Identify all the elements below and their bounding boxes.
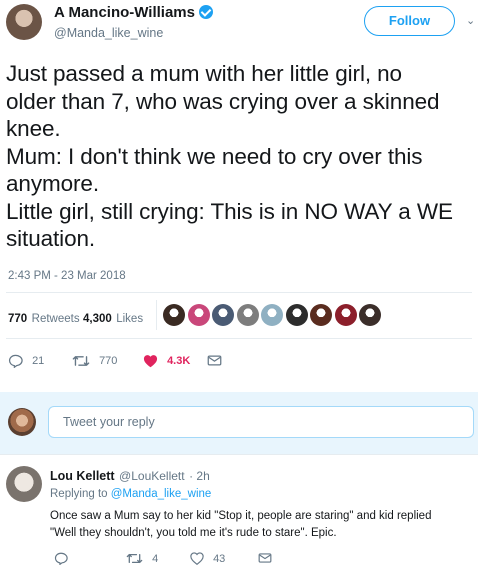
heart-icon <box>143 355 158 368</box>
tweet-line: situation. <box>6 226 96 251</box>
reply-retweet-count: 4 <box>152 552 159 565</box>
liker-avatar[interactable] <box>236 304 259 326</box>
message-action[interactable] <box>207 354 222 367</box>
likers-avatars <box>163 304 381 326</box>
reply-author-name[interactable]: Lou Kellett <box>50 469 115 483</box>
liker-avatar[interactable] <box>261 304 283 326</box>
reply-line: "Well they shouldn't, you told me it's r… <box>50 527 337 539</box>
liker-avatar[interactable] <box>285 304 308 326</box>
chevron-down-icon[interactable]: ⌄ <box>466 14 475 27</box>
liker-avatar[interactable] <box>334 304 357 326</box>
reply-icon <box>54 552 68 566</box>
reply-input[interactable]: Tweet your reply <box>48 406 474 438</box>
vertical-divider <box>156 300 157 330</box>
tweet-line: anymore. <box>6 171 99 196</box>
tweet-text: Just passed a mum with her little girl, … <box>6 60 453 253</box>
tweet-timestamp[interactable]: 2:43 PM - 23 Mar 2018 <box>8 270 126 282</box>
retweet-icon <box>126 553 143 564</box>
reply-time[interactable]: · 2h <box>189 469 210 483</box>
retweet-action[interactable]: 770 <box>72 354 117 368</box>
divider <box>0 454 478 455</box>
divider <box>6 338 472 339</box>
tweet-line: knee. <box>6 116 61 141</box>
retweet-count: 770 <box>99 355 118 367</box>
tweet-line: Little girl, still crying: This is in NO… <box>6 198 453 224</box>
reply-line: Once saw a Mum say to her kid "Stop it, … <box>50 510 432 522</box>
reply-icon <box>8 354 23 369</box>
verified-badge-icon <box>199 5 213 19</box>
replying-to: Replying to @Manda_like_wine <box>50 488 212 500</box>
envelope-icon <box>258 553 272 563</box>
reply-reply-action[interactable] <box>54 552 68 566</box>
reply-author-handle[interactable]: @LouKellett <box>119 469 185 483</box>
reply-count: 21 <box>32 355 45 367</box>
reply-like-action[interactable]: 43 <box>190 552 226 566</box>
replying-to-link[interactable]: @Manda_like_wine <box>111 488 212 500</box>
reply-text: Once saw a Mum say to her kid "Stop it, … <box>50 508 431 542</box>
reply-like-count: 43 <box>213 552 226 565</box>
reply-author-avatar[interactable] <box>6 466 42 502</box>
retweets-stat[interactable]: 770 Retweets <box>8 309 80 327</box>
author-handle[interactable]: @Manda_like_wine <box>54 26 163 40</box>
liker-avatar[interactable] <box>310 304 332 326</box>
current-user-avatar <box>8 408 36 436</box>
like-action[interactable]: 4.3K <box>143 354 190 368</box>
retweet-icon <box>72 356 90 366</box>
liker-avatar[interactable] <box>359 304 381 326</box>
tweet-line: older than 7, who was crying over a skin… <box>6 88 440 114</box>
envelope-icon <box>207 355 222 366</box>
liker-avatar[interactable] <box>187 304 210 326</box>
liker-avatar[interactable] <box>212 304 234 326</box>
divider <box>6 292 472 293</box>
reply-retweet-action[interactable]: 4 <box>126 552 158 565</box>
author-name[interactable]: A Mancino-Williams <box>54 4 213 21</box>
heart-icon <box>190 552 204 566</box>
liker-avatar[interactable] <box>163 304 185 326</box>
like-count: 4.3K <box>167 355 191 367</box>
author-avatar[interactable] <box>6 4 42 40</box>
follow-button[interactable]: Follow <box>364 6 455 36</box>
reply-composer: Tweet your reply <box>0 392 478 454</box>
reply-header: Lou Kellett @LouKellett · 2h <box>50 467 210 485</box>
tweet-line: Just passed a mum with her little girl, … <box>6 61 402 86</box>
tweet-line: Mum: I don't think we need to cry over t… <box>6 143 423 169</box>
reply-action[interactable]: 21 <box>8 354 45 369</box>
reply-message-action[interactable] <box>258 552 272 564</box>
likes-stat[interactable]: 4,300 Likes <box>83 309 143 327</box>
